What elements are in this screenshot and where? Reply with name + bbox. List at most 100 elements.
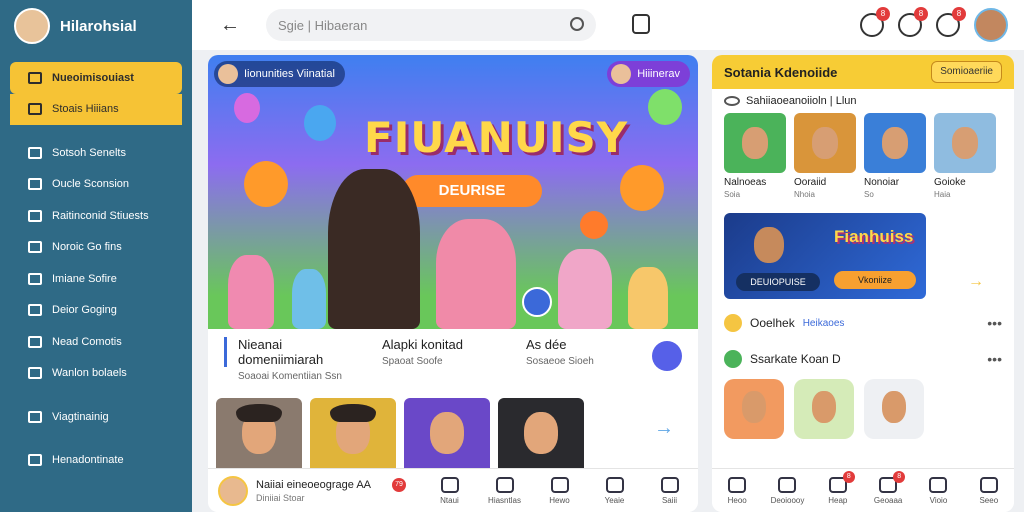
panel-action-button[interactable]: Somioaeriie [931, 61, 1002, 83]
nav-item[interactable]: Yeaie [587, 476, 642, 505]
search-icon [778, 476, 797, 493]
sidebar-item-2[interactable]: Sotsoh Senelts [0, 137, 192, 169]
sidebar-item-6[interactable]: Imiane Sofire [0, 263, 192, 295]
video-thumbnail[interactable] [310, 398, 396, 474]
alerts-icon[interactable]: 8 [898, 7, 928, 37]
nav-item[interactable]: Vioio [913, 476, 963, 505]
friends-icon[interactable]: 8 [936, 7, 966, 37]
person-illustration [628, 267, 668, 329]
user-sub: Diniiai Stoar [256, 492, 305, 503]
section-header: Ssarkate Koan D ••• [712, 347, 1014, 371]
nav-item[interactable]: Saiii [642, 476, 697, 505]
nav-item[interactable]: Geoaaa 8 [863, 470, 913, 505]
creator-meta: Soia [724, 190, 741, 199]
sidebar-item-5[interactable]: Noroic Go fins [0, 232, 192, 264]
profile-icon [979, 476, 998, 493]
video-thumbnail[interactable] [216, 398, 302, 474]
nav-item[interactable]: Heap 8 [813, 470, 863, 505]
book-icon [28, 103, 42, 116]
suggestion-card[interactable] [794, 379, 854, 439]
heart-icon [550, 476, 569, 493]
creators-heading-label: Sahiiaoeanoiioln | Llun [746, 95, 857, 107]
creator-name: Goioke [934, 177, 966, 188]
back-arrow-icon[interactable]: ← [220, 14, 242, 36]
nav-label: Saiii [661, 495, 678, 505]
panel-header: Sotania Kdenoiide Somioaeriie [712, 55, 1014, 89]
video-thumbnail[interactable] [404, 398, 490, 474]
section-icon [724, 314, 742, 332]
nav-item[interactable]: Deoioooy [762, 476, 812, 505]
nav-item[interactable]: Seeo [964, 476, 1014, 505]
promo-banner[interactable]: Fianhuiss Vkoniize DEUIOPUISE [724, 213, 926, 299]
avatar [611, 64, 632, 84]
sidebar-item-label: Henadontinate [52, 454, 124, 467]
brand[interactable]: Hilarohsial [0, 0, 192, 52]
badge: 8 [842, 470, 855, 483]
sidebar-item-10[interactable]: Viagtinainig [0, 401, 192, 433]
info-card[interactable]: Alapki konitad Spaoat Soofe [364, 337, 500, 382]
panel-bottom-bar: Heoo Deoioooy Heap 8 Geoaaa 8 Vioio Seeo [712, 468, 1014, 512]
creator-row: Nalnoeas Soia Ooraiid Nhoia Nonoiar So Goio… [712, 113, 1014, 199]
promo-button[interactable]: DEUIOPUISE [736, 273, 820, 291]
promo-next-icon[interactable]: → [968, 273, 984, 291]
creator-card[interactable]: Ooraiid Nhoia [794, 113, 856, 199]
sidebar-item-9[interactable]: Wanlon bolaels [0, 358, 192, 390]
sidebar-item-label: Viagtinainig [52, 410, 109, 423]
sidebar-item-label: Nueoimisouiast [52, 71, 134, 84]
app-title: Hilarohsial [60, 17, 137, 35]
more-options-icon[interactable]: ••• [987, 351, 1002, 367]
sidebar-item-8[interactable]: Nead Comotis [0, 326, 192, 358]
user-avatar[interactable] [974, 8, 1008, 42]
avatar [218, 64, 238, 84]
section-title: Ooelhek [750, 316, 795, 330]
info-card[interactable]: As dée Sosaeoe Sioeh [508, 337, 644, 382]
community-chip[interactable]: Iionunities Viinatial [214, 61, 345, 87]
hero-banner[interactable]: Iionunities Viinatial Hiiinerav FIUANUIS… [208, 55, 698, 329]
nav-label: Heoo [727, 495, 747, 505]
suggestion-card[interactable] [724, 379, 784, 439]
nav-item[interactable]: Hewo [532, 476, 587, 505]
sidebar-item-1[interactable]: Stoais Hiiians [10, 93, 182, 125]
notification-bell-icon[interactable] [632, 14, 650, 34]
creator-card[interactable]: Nalnoeas Soia [724, 113, 786, 199]
badge: 8 [914, 7, 928, 21]
play-button[interactable] [522, 287, 552, 317]
video-icon [929, 476, 948, 493]
profile-avatar[interactable] [14, 8, 50, 44]
creator-card[interactable]: Goioke Haia [934, 113, 996, 199]
trend-button[interactable] [652, 341, 682, 371]
balloon-decoration [648, 89, 682, 125]
sidebar-item-3[interactable]: Oucle Sconsion [0, 169, 192, 201]
current-user[interactable]: Naiiai eineoeograge AA Diniiai Stoar 79 [208, 475, 422, 506]
sidebar-item-7[interactable]: Deior Goging [0, 295, 192, 327]
sidebar-item-11[interactable]: Henadontinate [0, 445, 192, 477]
balloon-decoration [304, 105, 336, 141]
creator-face [742, 127, 768, 159]
thumbnail-hat [236, 404, 282, 422]
scroll-right-icon[interactable]: → [654, 417, 674, 440]
creator-chip[interactable]: Hiiinerav [607, 61, 690, 87]
sidebar-item-4[interactable]: Raitinconid Stiuests [0, 200, 192, 232]
nav-item[interactable]: Ntaui [422, 476, 477, 505]
balloon-decoration [234, 93, 260, 123]
sidebar-item-0[interactable]: Nueoimisouiast [10, 62, 182, 94]
messages-icon[interactable]: 8 [860, 7, 890, 37]
search-icon[interactable] [570, 17, 584, 31]
video-thumbnail[interactable] [498, 398, 584, 474]
avatar [218, 475, 248, 506]
section-link[interactable]: Heikaoes [803, 318, 845, 329]
nav-label: Hiasntlas [488, 495, 521, 505]
info-card[interactable]: Nieanai domeniimiarah Soaoai Komentiian S… [220, 337, 356, 382]
folder-icon [28, 241, 42, 254]
suggestion-card[interactable] [864, 379, 924, 439]
creator-meta: Haia [934, 190, 951, 199]
search-icon [28, 335, 42, 348]
more-options-icon[interactable]: ••• [987, 315, 1002, 331]
creator-card[interactable]: Nonoiar So [864, 113, 926, 199]
nav-item[interactable]: Hiasntlas [477, 476, 532, 505]
nav-label: Ntaui [440, 495, 459, 505]
badge: 79 [392, 477, 406, 492]
nav-item[interactable]: Heoo [712, 476, 762, 505]
search-input[interactable]: Sgie | Hibaeran [266, 9, 596, 41]
home-icon [440, 476, 459, 493]
